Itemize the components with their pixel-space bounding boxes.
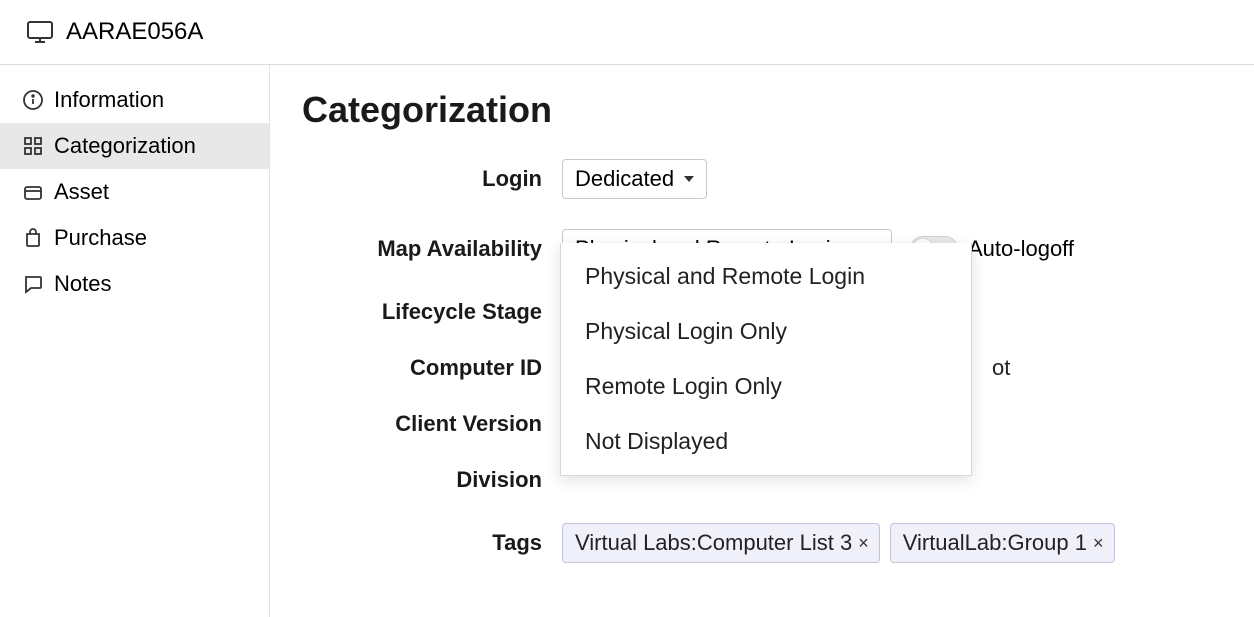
login-dropdown[interactable]: Dedicated <box>562 159 707 199</box>
client-version-label: Client Version <box>302 411 562 437</box>
sidebar-item-categorization[interactable]: Categorization <box>0 123 269 169</box>
main-panel: Categorization Login Dedicated Map Avail… <box>270 65 1254 617</box>
sidebar-item-notes[interactable]: Notes <box>0 261 269 307</box>
tag-chip[interactable]: Virtual Labs:Computer List 3 × <box>562 523 880 563</box>
map-availability-dropdown-menu: Physical and Remote Login Physical Login… <box>560 243 972 476</box>
form-row-tags: Tags Virtual Labs:Computer List 3 × Virt… <box>302 523 1246 563</box>
header: AARAE056A <box>0 0 1254 64</box>
dropdown-option[interactable]: Physical and Remote Login <box>561 249 971 304</box>
page-header-title: AARAE056A <box>66 18 203 46</box>
info-icon <box>22 89 44 111</box>
sidebar-item-label: Information <box>54 87 164 113</box>
tag-chip-label: Virtual Labs:Computer List 3 <box>575 530 852 556</box>
sidebar-item-purchase[interactable]: Purchase <box>0 215 269 261</box>
tag-remove-icon[interactable]: × <box>1093 534 1104 552</box>
login-dropdown-value: Dedicated <box>575 166 674 192</box>
form-row-login: Login Dedicated <box>302 159 1246 199</box>
computer-id-label: Computer ID <box>302 355 562 381</box>
sidebar-item-label: Notes <box>54 271 111 297</box>
login-label: Login <box>302 166 562 192</box>
asset-icon <box>22 181 44 203</box>
monitor-icon <box>26 20 54 44</box>
sidebar: Information Categorization Asset <box>0 65 270 617</box>
sidebar-item-label: Asset <box>54 179 109 205</box>
auto-logoff-label: Auto-logoff <box>968 236 1074 262</box>
tag-chip[interactable]: VirtualLab:Group 1 × <box>890 523 1115 563</box>
sidebar-item-label: Purchase <box>54 225 147 251</box>
division-label: Division <box>302 467 562 493</box>
dropdown-option[interactable]: Not Displayed <box>561 414 971 469</box>
tag-remove-icon[interactable]: × <box>858 534 869 552</box>
tags-container: Virtual Labs:Computer List 3 × VirtualLa… <box>562 523 1115 563</box>
dropdown-option[interactable]: Physical Login Only <box>561 304 971 359</box>
tags-label: Tags <box>302 530 562 556</box>
sidebar-item-label: Categorization <box>54 133 196 159</box>
lifecycle-label: Lifecycle Stage <box>302 299 562 325</box>
dropdown-option[interactable]: Remote Login Only <box>561 359 971 414</box>
purchase-icon <box>22 227 44 249</box>
page-title: Categorization <box>302 89 1246 131</box>
sidebar-item-information[interactable]: Information <box>0 77 269 123</box>
sidebar-item-asset[interactable]: Asset <box>0 169 269 215</box>
grid-icon <box>22 135 44 157</box>
tag-chip-label: VirtualLab:Group 1 <box>903 530 1087 556</box>
map-availability-label: Map Availability <box>302 236 562 262</box>
computer-id-value-fragment: ot <box>992 355 1010 381</box>
notes-icon <box>22 273 44 295</box>
caret-down-icon <box>684 176 694 182</box>
